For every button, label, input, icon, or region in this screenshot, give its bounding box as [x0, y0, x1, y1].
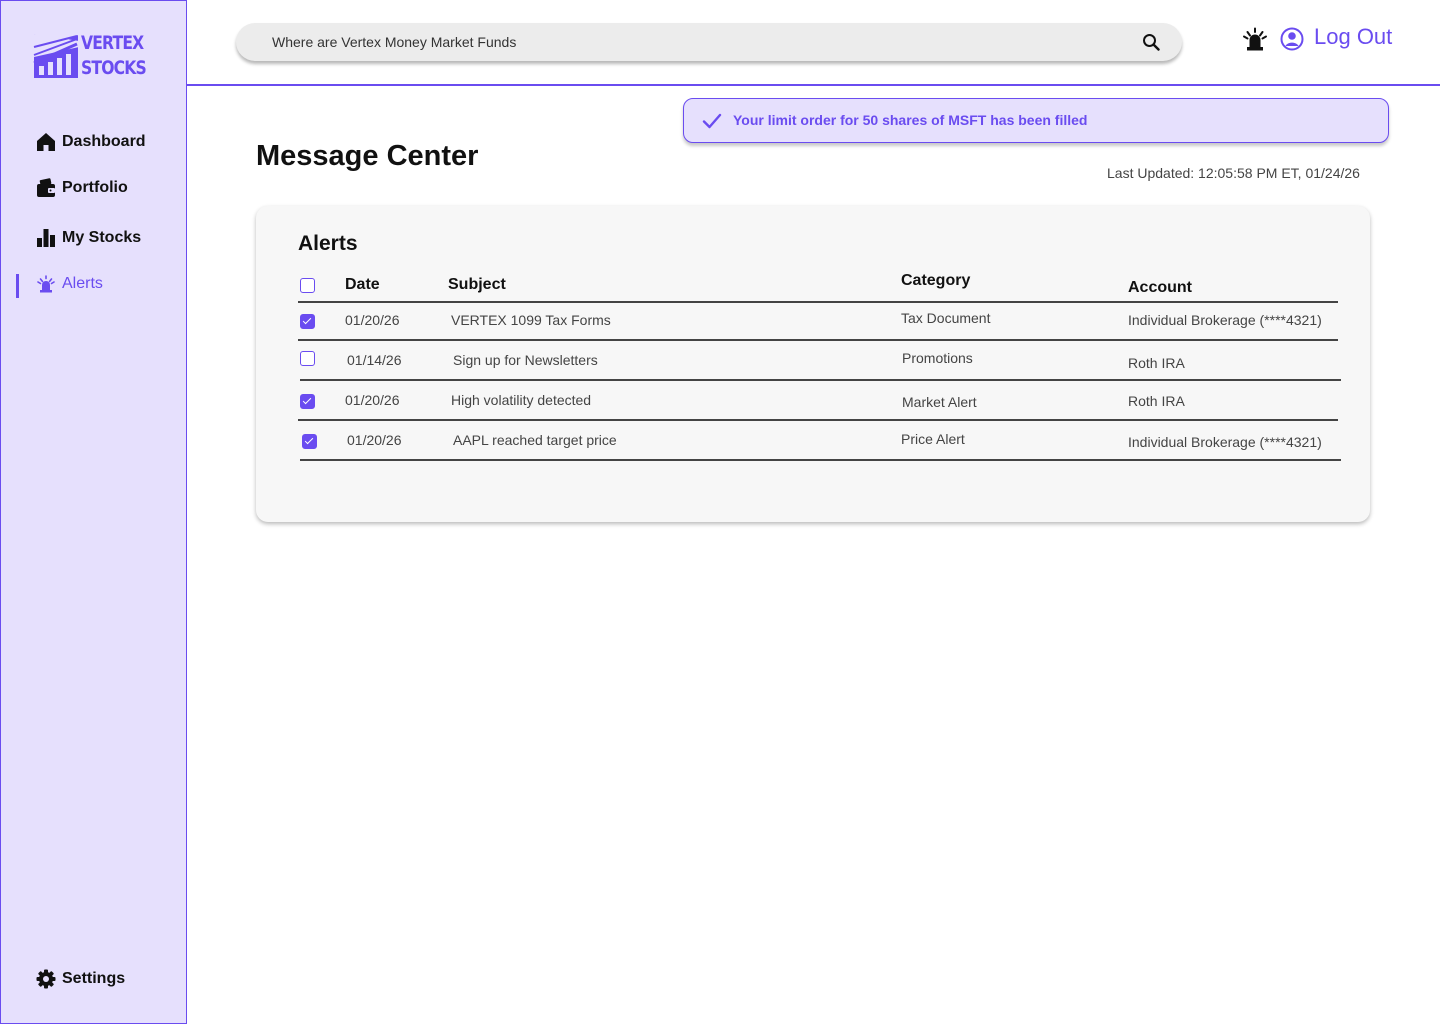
row-subject[interactable]: VERTEX 1099 Tax Forms — [451, 312, 611, 328]
row-date: 01/20/26 — [345, 392, 400, 408]
alarm-bell-icon — [37, 275, 55, 293]
sidebar-item-settings[interactable]: Settings — [36, 969, 125, 989]
row-divider — [298, 339, 1338, 341]
page-title: Message Center — [256, 140, 479, 172]
bar-chart-icon — [37, 229, 55, 247]
logout-link[interactable]: Log Out — [1314, 24, 1392, 50]
row-subject[interactable]: High volatility detected — [451, 392, 591, 408]
row-account: Individual Brokerage (****4321) — [1128, 434, 1322, 450]
wallet-icon — [37, 178, 55, 197]
user-circle-icon[interactable] — [1280, 27, 1304, 51]
sidebar-item-label: My Stocks — [62, 229, 142, 246]
row-subject[interactable]: Sign up for Newsletters — [453, 352, 598, 368]
check-icon — [702, 113, 722, 129]
toast-message: Your limit order for 50 shares of MSFT h… — [733, 112, 1088, 128]
sidebar-item-portfolio[interactable]: Portfolio — [36, 178, 128, 198]
sidebar-item-label: Alerts — [62, 275, 103, 292]
home-icon — [37, 133, 55, 151]
top-bar: Log Out — [187, 0, 1440, 86]
sidebar-item-label: Portfolio — [62, 179, 128, 196]
search-icon[interactable] — [1142, 33, 1160, 51]
row-divider — [300, 379, 1341, 381]
sidebar: VERTEX STOCKS Dashboard Portfolio My Sto… — [0, 0, 187, 1024]
gear-icon — [36, 969, 56, 989]
row-divider — [300, 459, 1341, 461]
row-checkbox[interactable] — [300, 351, 315, 366]
row-category: Price Alert — [901, 431, 965, 447]
row-subject[interactable]: AAPL reached target price — [453, 432, 617, 448]
column-header-account: Account — [1128, 279, 1192, 296]
alarm-bell-icon[interactable] — [1241, 27, 1269, 53]
row-checkbox[interactable] — [302, 434, 317, 449]
column-header-date: Date — [345, 276, 380, 293]
header-divider — [298, 301, 1338, 303]
row-date: 01/14/26 — [347, 352, 402, 368]
app-root: VERTEX STOCKS Dashboard Portfolio My Sto… — [0, 0, 1440, 1024]
last-updated: Last Updated: 12:05:58 PM ET, 01/24/26 — [1107, 165, 1360, 181]
logo-line-1: VERTEX — [81, 32, 144, 54]
row-date: 01/20/26 — [345, 312, 400, 328]
order-filled-toast: Your limit order for 50 shares of MSFT h… — [683, 98, 1389, 143]
logo[interactable]: VERTEX STOCKS — [33, 31, 160, 81]
sidebar-item-my-stocks[interactable]: My Stocks — [36, 228, 141, 248]
logo-line-2: STOCKS — [81, 57, 147, 79]
alerts-card: Alerts Date Subject Category Account 01/… — [256, 206, 1370, 522]
row-account: Individual Brokerage (****4321) — [1128, 312, 1322, 328]
row-account: Roth IRA — [1128, 355, 1185, 371]
active-indicator — [16, 274, 19, 298]
sidebar-item-label: Dashboard — [62, 133, 146, 150]
column-header-subject: Subject — [448, 276, 506, 293]
row-category: Tax Document — [901, 310, 991, 326]
column-header-category: Category — [901, 272, 971, 289]
row-checkbox[interactable] — [300, 314, 315, 329]
row-category: Promotions — [902, 350, 973, 366]
select-all-checkbox[interactable] — [300, 278, 315, 293]
search-bar — [236, 23, 1182, 61]
logo-mark-icon — [33, 34, 79, 78]
row-category: Market Alert — [902, 394, 977, 410]
row-checkbox[interactable] — [300, 394, 315, 409]
logo-text: VERTEX STOCKS — [81, 31, 147, 81]
row-account: Roth IRA — [1128, 393, 1185, 409]
sidebar-item-label: Settings — [62, 970, 126, 987]
row-divider — [298, 419, 1338, 421]
alerts-title: Alerts — [298, 232, 358, 255]
sidebar-item-alerts[interactable]: Alerts — [36, 274, 103, 294]
sidebar-item-dashboard[interactable]: Dashboard — [36, 132, 146, 152]
search-input[interactable] — [272, 23, 1112, 61]
row-date: 01/20/26 — [347, 432, 402, 448]
